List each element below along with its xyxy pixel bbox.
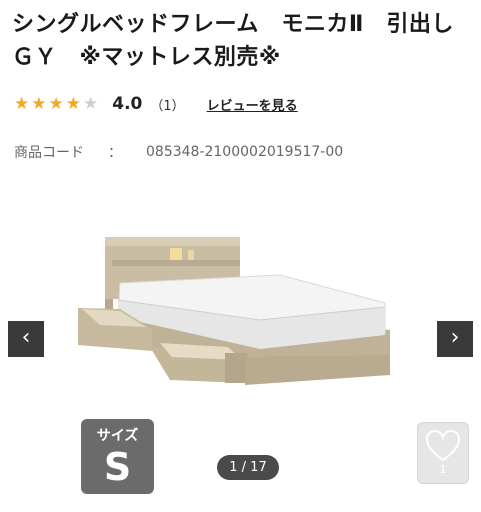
product-code-label: 商品コード — [14, 145, 84, 161]
star-empty-icon: ★ — [83, 94, 99, 114]
size-badge-label: サイズ — [96, 428, 139, 444]
gallery-page-indicator: 1 / 17 — [217, 455, 279, 480]
rating-count: （1） — [150, 98, 185, 114]
product-image-gallery[interactable] — [0, 205, 481, 415]
size-badge: サイズ S — [81, 419, 154, 494]
star-filled-icon: ★ — [31, 94, 47, 114]
view-reviews-link[interactable]: レビューを見る — [207, 95, 298, 114]
star-filled-icon: ★ — [65, 94, 81, 114]
star-filled-icon: ★ — [48, 94, 64, 114]
gallery-prev-button[interactable]: ‹ — [8, 321, 44, 357]
rating-stars: ★ ★ ★ ★ ★ — [14, 94, 98, 114]
product-title: シングルベッドフレーム モニカⅡ 引出し ＧＹ ※マットレス別売※ — [12, 12, 477, 70]
star-filled-icon: ★ — [14, 94, 30, 114]
rating-value: 4.0 — [112, 94, 143, 114]
size-badge-value: S — [103, 445, 132, 489]
heart-icon — [425, 429, 461, 462]
product-code-separator: ： — [108, 145, 122, 161]
product-code-value: 085348-2100002019517-00 — [146, 144, 344, 160]
gallery-next-button[interactable]: › — [437, 321, 473, 357]
favorite-button[interactable]: 1 — [417, 422, 469, 484]
rating-row: ★ ★ ★ ★ ★ 4.0 （1） レビューを見る — [14, 92, 298, 116]
product-image — [78, 237, 390, 385]
favorite-count: 1 — [439, 463, 447, 476]
product-code-row: 商品コード ： 085348-2100002019517-00 — [14, 141, 343, 163]
